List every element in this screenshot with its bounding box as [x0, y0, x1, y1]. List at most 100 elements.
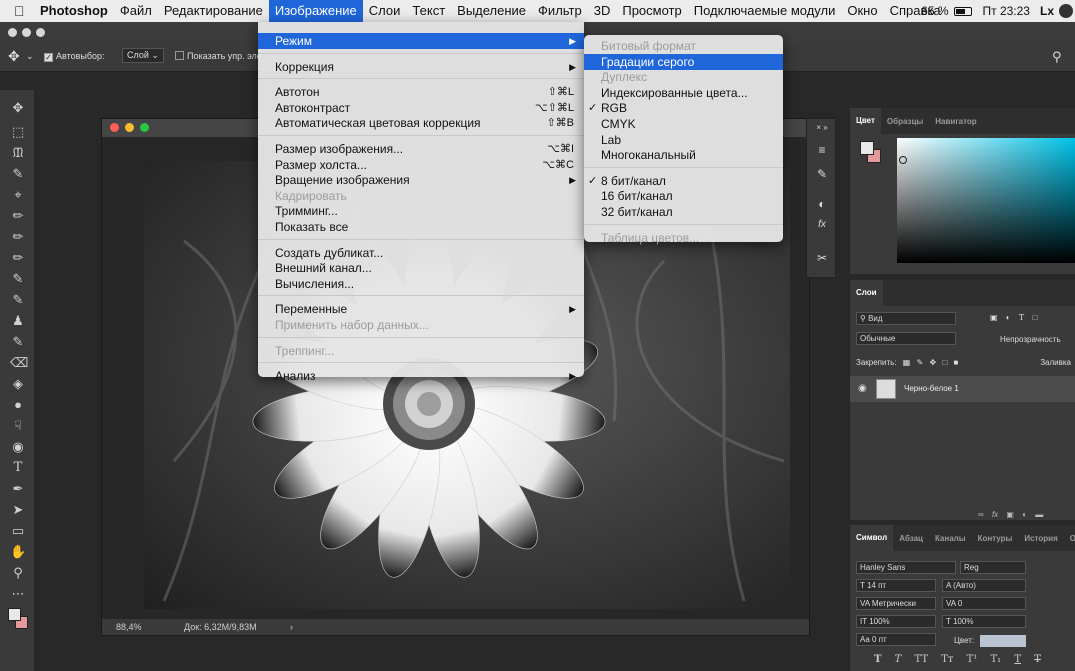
horizontal-scale-input[interactable]: T 100%: [942, 615, 1026, 628]
image-menu-item[interactable]: Вычисления...: [258, 276, 584, 292]
image-menu-item[interactable]: Тримминг...: [258, 203, 584, 219]
opacity-control[interactable]: Непрозрачность: [1000, 335, 1075, 344]
layer-name[interactable]: Черно-белое 1: [904, 384, 959, 393]
autoselect-select[interactable]: Слой ⌄: [120, 48, 164, 63]
filter-shape-icon[interactable]: □: [1032, 313, 1037, 322]
tracking-select[interactable]: VA 0: [942, 597, 1026, 610]
tools-preset-icon[interactable]: ✂: [814, 251, 830, 265]
stamp-tool-icon[interactable]: ♟: [10, 313, 26, 329]
panel-collapse-icon[interactable]: × »: [814, 123, 830, 137]
text-color-swatch[interactable]: [980, 635, 1027, 647]
mode-menu-item[interactable]: CMYK: [584, 116, 783, 132]
image-menu-item[interactable]: Автоматическая цветовая коррекция ⇧⌘B: [258, 115, 584, 131]
font-size-select[interactable]: T 14 пт: [856, 579, 936, 592]
lock-artboard-icon[interactable]: □: [942, 358, 947, 367]
brush-tool-icon[interactable]: ✏: [10, 250, 26, 266]
blur-tool-icon[interactable]: ●: [10, 397, 26, 413]
menu-filter[interactable]: Фильтр: [532, 0, 588, 22]
hand-tool-icon[interactable]: ✋: [10, 544, 26, 560]
search-icon[interactable]: ⚲: [1052, 49, 1062, 65]
image-menu-item[interactable]: Анализ ▶: [258, 368, 584, 384]
image-menu-item[interactable]: Размер холста... ⌥⌘C: [258, 157, 584, 173]
tab-character[interactable]: Символ: [850, 525, 894, 551]
image-menu-item[interactable]: Коррекция ▶: [258, 59, 584, 75]
mode-menu-item[interactable]: ✓ RGB: [584, 100, 783, 116]
battery-icon[interactable]: [953, 6, 972, 16]
image-menu-item[interactable]: Автотон ⇧⌘L: [258, 84, 584, 100]
subscript-icon[interactable]: T₁: [990, 654, 1001, 665]
minimize-window-icon[interactable]: [22, 28, 31, 37]
fill-label[interactable]: Заливка: [1040, 358, 1071, 367]
tab-channels[interactable]: Каналы: [929, 534, 972, 543]
close-window-icon[interactable]: [8, 28, 17, 37]
menu-select[interactable]: Выделение: [451, 0, 532, 22]
image-menu-item[interactable]: Показать все: [258, 219, 584, 235]
smudge-tool-icon[interactable]: ☟: [10, 418, 26, 434]
foreground-color-swatch[interactable]: [8, 608, 21, 621]
vertical-scale-input[interactable]: IT 100%: [856, 615, 936, 628]
tab-paths[interactable]: Контуры: [972, 534, 1019, 543]
lasso-tool-icon[interactable]: ᙢ: [10, 145, 26, 161]
doc-zoom-icon[interactable]: [140, 123, 149, 132]
clone-stamp-tool-icon[interactable]: ✎: [10, 271, 26, 287]
mode-menu-item[interactable]: Lab: [584, 132, 783, 148]
filter-pixel-icon[interactable]: ▣: [990, 313, 998, 322]
faux-italic-icon[interactable]: T: [895, 654, 902, 665]
image-menu-item[interactable]: Внешний канал...: [258, 260, 584, 276]
eraser-tool-icon[interactable]: ⌫: [10, 355, 28, 371]
font-family-select[interactable]: Hanley Sans: [856, 561, 956, 574]
layer-style-icon[interactable]: fx: [992, 510, 998, 519]
layer-row[interactable]: ◉ Черно-белое 1: [850, 376, 1075, 402]
leading-select[interactable]: A (Авто): [942, 579, 1026, 592]
control-center-icon[interactable]: [1059, 4, 1073, 18]
mode-menu-item[interactable]: Индексированные цвета...: [584, 85, 783, 101]
doc-minimize-icon[interactable]: [125, 123, 134, 132]
move-tool-icon[interactable]: ✥: [10, 100, 26, 116]
tab-navigator[interactable]: Навигатор: [929, 117, 982, 126]
image-menu-item[interactable]: Переменные ▶: [258, 301, 584, 317]
clock[interactable]: Пт 23:23: [978, 4, 1035, 18]
image-menu-item[interactable]: Режим ▶: [258, 33, 584, 49]
strikethrough-icon[interactable]: T: [1034, 654, 1041, 665]
filter-adjustment-icon[interactable]: ◐: [1006, 313, 1011, 322]
battery-level[interactable]: 65 %: [916, 4, 953, 18]
mode-menu-item[interactable]: 16 бит/канал: [584, 188, 783, 204]
path-selection-tool-icon[interactable]: ➤: [10, 502, 26, 518]
brush-settings-icon[interactable]: ✎: [814, 167, 830, 181]
show-transform-checkbox[interactable]: Показать упр. эле: [175, 51, 262, 61]
layer-mask-icon[interactable]: ▣: [1006, 510, 1014, 519]
rectangle-tool-icon[interactable]: ▭: [10, 523, 26, 539]
healing-brush-tool-icon[interactable]: ✏: [10, 229, 26, 245]
menu-type[interactable]: Текст: [406, 0, 451, 22]
doc-close-icon[interactable]: [110, 123, 119, 132]
menu-image[interactable]: Изображение: [268, 0, 363, 22]
menu-app[interactable]: Photoshop: [34, 0, 114, 22]
superscript-icon[interactable]: T¹: [967, 654, 978, 665]
link-layers-icon[interactable]: ∞: [978, 510, 984, 519]
layer-thumbnail[interactable]: [876, 379, 896, 399]
menu-file[interactable]: Файл: [114, 0, 158, 22]
menu-edit[interactable]: Редактирование: [158, 0, 269, 22]
zoom-level[interactable]: 88,4%: [116, 622, 142, 632]
gradient-tool-icon[interactable]: ✎: [10, 334, 26, 350]
image-menu-item[interactable]: Размер изображения... ⌥⌘I: [258, 141, 584, 157]
paint-bucket-tool-icon[interactable]: ◈: [10, 376, 26, 392]
image-menu-item[interactable]: Вращение изображения ▶: [258, 172, 584, 188]
menu-3d[interactable]: 3D: [588, 0, 617, 22]
image-menu-item[interactable]: Создать дубликат...: [258, 245, 584, 261]
eyedropper-tool-icon[interactable]: ✏: [10, 208, 26, 224]
apple-icon[interactable]: : [14, 3, 34, 19]
mode-menu-item[interactable]: Градации серого: [584, 53, 783, 70]
image-menu-item[interactable]: Автоконтраст ⌥⇧⌘L: [258, 100, 584, 116]
zoom-tool-icon[interactable]: ⚲: [10, 565, 26, 581]
type-tool-icon[interactable]: T: [10, 460, 26, 476]
layer-filter-select[interactable]: ⚲ Вид: [856, 312, 956, 325]
all-caps-icon[interactable]: TT: [915, 654, 929, 665]
adjustments-icon[interactable]: ≡: [814, 143, 830, 157]
color-picker-field[interactable]: [897, 138, 1075, 263]
menu-layers[interactable]: Слои: [363, 0, 407, 22]
kerning-select[interactable]: VA Метрически: [856, 597, 936, 610]
tab-paragraph[interactable]: Абзац: [893, 534, 929, 543]
menu-view[interactable]: Просмотр: [616, 0, 687, 22]
filter-type-icon[interactable]: T: [1019, 313, 1024, 322]
